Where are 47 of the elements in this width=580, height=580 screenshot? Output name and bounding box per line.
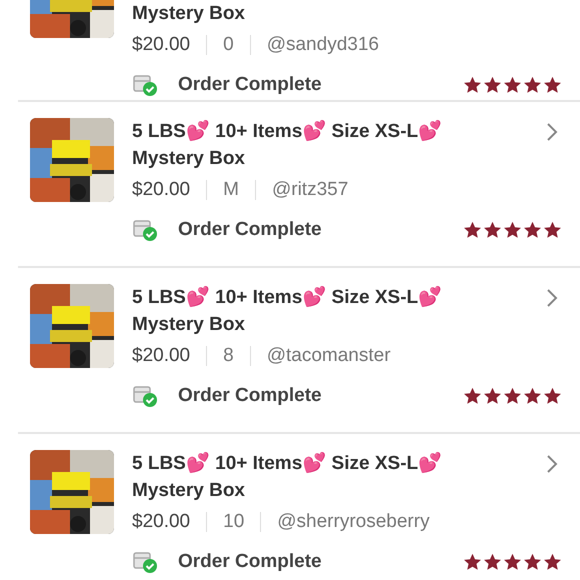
buyer-username: @ritz357 (272, 179, 348, 201)
star-icon (463, 553, 482, 571)
item-title: Mystery Box (132, 2, 245, 26)
item-title: 5 LBS💕 10+ Items💕 Size XS-L💕 Mystery Box (132, 451, 444, 503)
star-icon (503, 553, 522, 571)
star-icon (483, 387, 502, 405)
item-title: 5 LBS💕 10+ Items💕 Size XS-L💕 Mystery Box (132, 285, 444, 337)
star-icon (523, 76, 542, 94)
star-icon (463, 76, 482, 94)
size: M (223, 179, 239, 201)
chevron-right-icon[interactable] (546, 122, 558, 142)
star-icon (483, 76, 502, 94)
star-icon (463, 387, 482, 405)
star-icon (503, 221, 522, 239)
buyer-username: @tacomanster (266, 345, 391, 367)
size: 10 (223, 511, 244, 533)
buyer-username: @sherryroseberry (277, 511, 430, 533)
star-icon (503, 76, 522, 94)
order-status: Order Complete (178, 219, 323, 241)
chevron-right-icon[interactable] (546, 454, 558, 474)
star-icon (463, 221, 482, 239)
size: 0 (223, 34, 234, 56)
star-icon (543, 387, 562, 405)
package-check-icon (132, 550, 160, 574)
order-status: Order Complete (178, 385, 323, 407)
order-status: Order Complete (178, 551, 323, 573)
star-icon (523, 553, 542, 571)
star-icon (543, 553, 562, 571)
star-icon (503, 387, 522, 405)
package-check-icon (132, 73, 160, 97)
star-icon (483, 221, 502, 239)
chevron-right-icon[interactable] (546, 288, 558, 308)
price: $20.00 (132, 179, 190, 201)
star-icon (523, 387, 542, 405)
item-title: 5 LBS💕 10+ Items💕 Size XS-L💕 Mystery Box (132, 119, 444, 171)
price: $20.00 (132, 511, 190, 533)
package-check-icon (132, 218, 160, 242)
price: $20.00 (132, 345, 190, 367)
star-icon (543, 76, 562, 94)
star-icon (483, 553, 502, 571)
package-check-icon (132, 384, 160, 408)
size: 8 (223, 345, 234, 367)
buyer-username: @sandyd316 (266, 34, 379, 56)
star-icon (543, 221, 562, 239)
order-status: Order Complete (178, 74, 323, 96)
price: $20.00 (132, 34, 190, 56)
star-icon (523, 221, 542, 239)
